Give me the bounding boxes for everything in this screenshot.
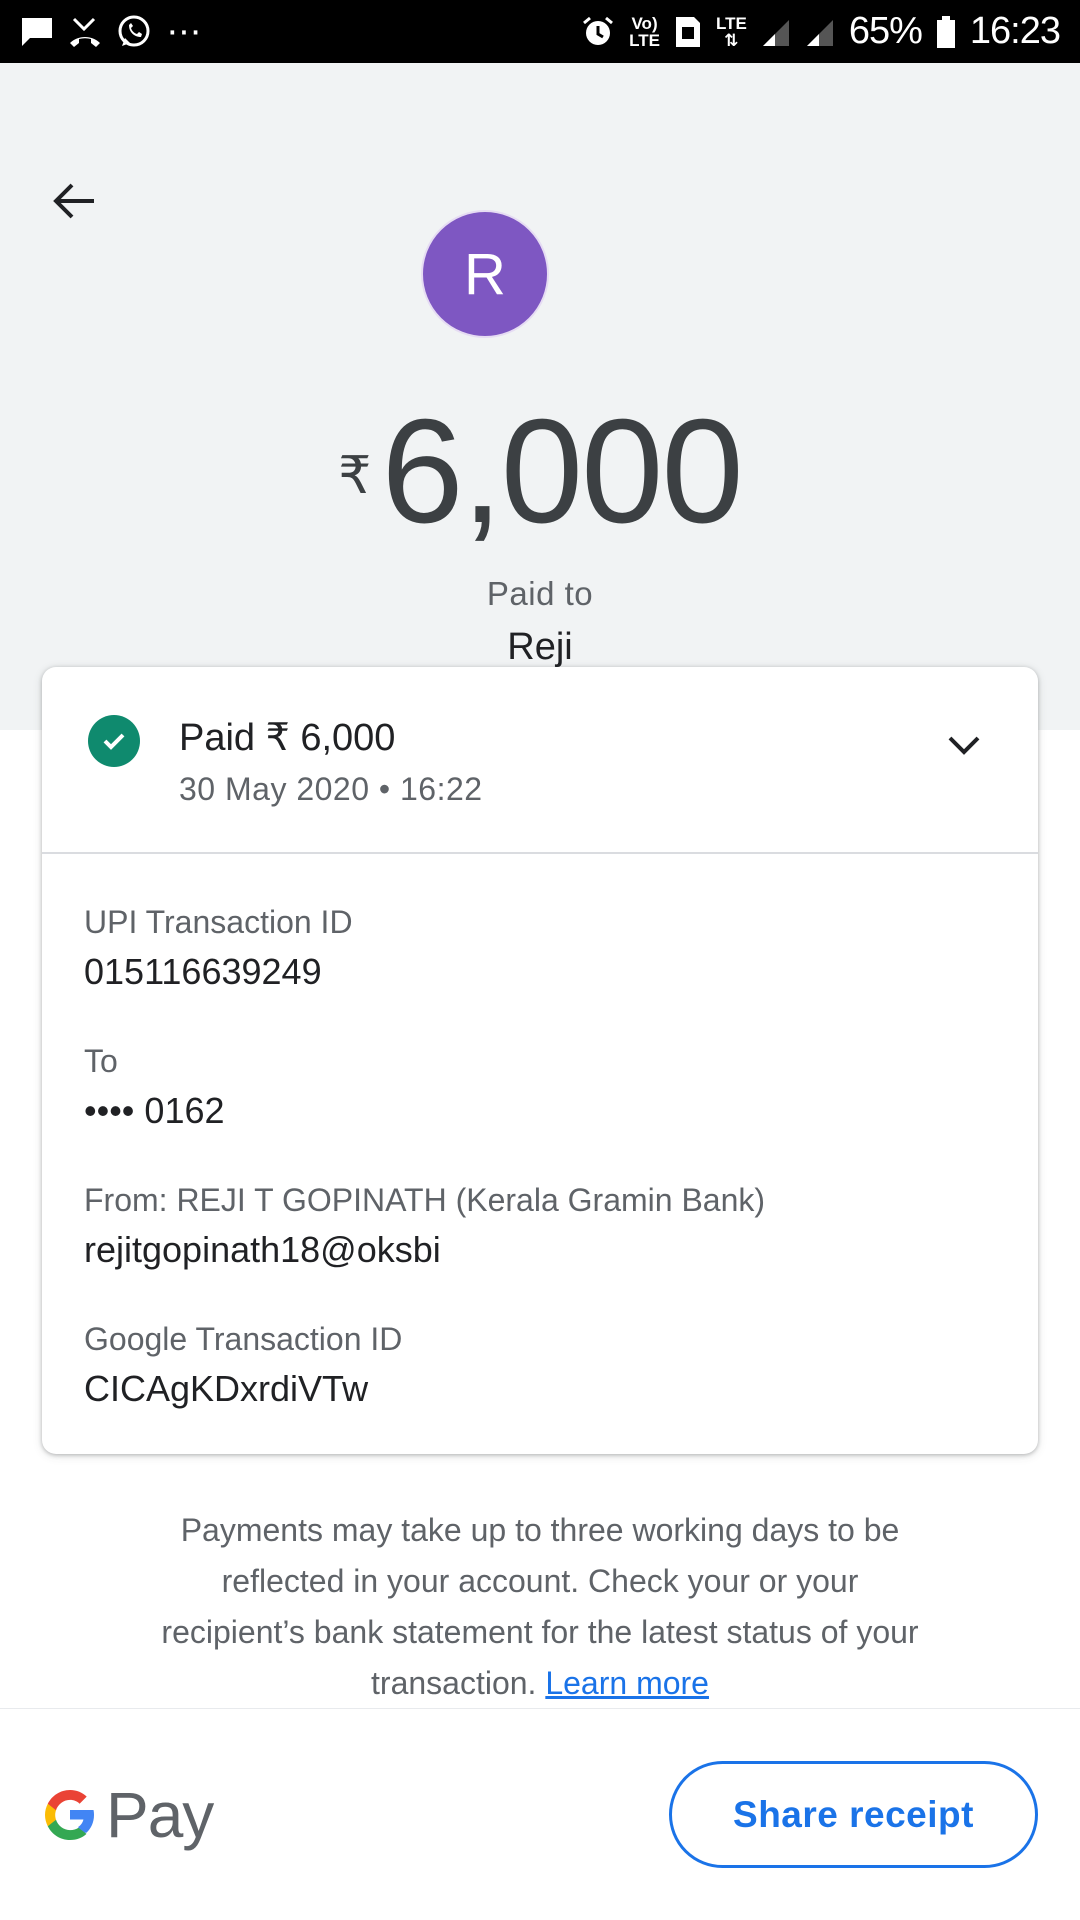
detail-label: UPI Transaction ID — [84, 904, 353, 940]
battery-percent: 65% — [848, 10, 923, 52]
transaction-card: Paid ₹ 6,000 30 May 2020 • 16:22 UPI Tra… — [42, 667, 1038, 1454]
detail-to: To •••• 0162 — [84, 1043, 225, 1132]
alarm-icon — [581, 12, 615, 52]
avatar: R — [421, 210, 549, 338]
share-receipt-button[interactable]: Share receipt — [669, 1761, 1038, 1868]
payment-header: R ₹ 6,000 Paid to Reji — [0, 63, 1080, 730]
detail-label: From: REJI T GOPINATH (Kerala Gramin Ban… — [84, 1182, 766, 1218]
message-icon — [20, 12, 54, 52]
more-dots-icon: ··· — [166, 10, 202, 52]
google-g-icon — [45, 1790, 94, 1840]
learn-more-link[interactable]: Learn more — [545, 1665, 709, 1701]
detail-upi-id: UPI Transaction ID 015116639249 — [84, 904, 353, 993]
missed-call-icon — [68, 12, 102, 52]
signal-icon — [761, 12, 791, 52]
back-button[interactable] — [40, 167, 108, 235]
detail-value: 015116639249 — [84, 951, 322, 992]
detail-value: •••• 0162 — [84, 1090, 225, 1131]
disclaimer: Payments may take up to three working da… — [150, 1505, 930, 1709]
detail-google-id: Google Transaction ID CICAgKDxrdiVTw — [84, 1321, 402, 1410]
volte-icon: Vo) LTE — [629, 13, 660, 50]
disclaimer-text: Payments may take up to three working da… — [161, 1512, 919, 1701]
footer-divider — [0, 1708, 1080, 1709]
gpay-text: Pay — [106, 1779, 214, 1851]
status-line: Paid ₹ 6,000 — [179, 717, 396, 759]
whatsapp-icon — [116, 12, 152, 52]
transaction-summary[interactable]: Paid ₹ 6,000 30 May 2020 • 16:22 — [42, 667, 1038, 854]
battery-icon — [936, 12, 956, 52]
clock: 16:23 — [969, 10, 1061, 52]
status-left: ··· — [20, 10, 202, 53]
currency-symbol: ₹ — [338, 447, 372, 505]
status-right: Vo) LTE LTE ⇅ 65% 16:23 — [581, 10, 1061, 53]
amount-value: 6,000 — [381, 389, 743, 554]
transaction-datetime: 30 May 2020 • 16:22 — [179, 771, 483, 807]
chevron-down-icon[interactable] — [940, 721, 988, 769]
paid-to-label: Paid to — [486, 575, 594, 612]
signal-icon-2 — [805, 12, 835, 52]
payee-name: Reji — [507, 626, 573, 668]
gpay-logo: Pay — [40, 1778, 214, 1852]
detail-value: CICAgKDxrdiVTw — [84, 1368, 369, 1409]
back-arrow-icon — [53, 183, 94, 219]
detail-label: To — [84, 1043, 118, 1079]
status-bar: ··· Vo) LTE LTE ⇅ 65% 16:23 — [0, 0, 1080, 63]
detail-label: Google Transaction ID — [84, 1321, 403, 1357]
lte-icon: LTE ⇅ — [715, 13, 747, 50]
check-icon — [88, 715, 140, 767]
detail-value: rejitgopinath18@oksbi — [84, 1229, 441, 1270]
detail-from: From: REJI T GOPINATH (Kerala Gramin Ban… — [84, 1182, 765, 1271]
amount: ₹ 6,000 — [0, 398, 1080, 546]
sim-icon — [674, 12, 702, 52]
